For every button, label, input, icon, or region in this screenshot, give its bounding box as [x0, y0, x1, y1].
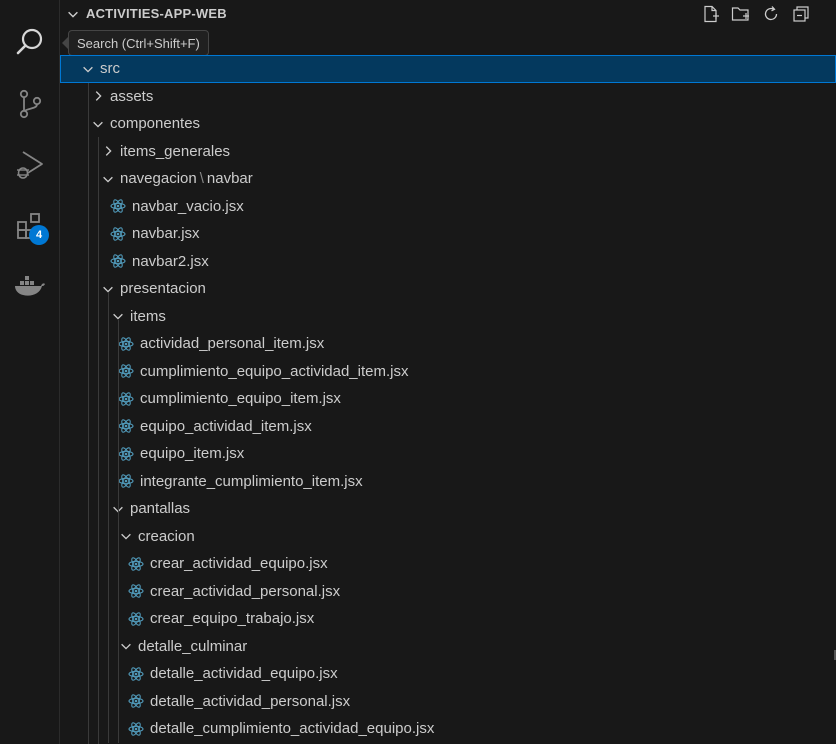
tree-item-label: items_generales: [120, 142, 231, 160]
docker-icon[interactable]: [10, 266, 50, 306]
react-icon: [118, 418, 134, 434]
tree-item-label: src: [100, 60, 120, 78]
tree-item-label: detalle_culminar: [138, 637, 248, 655]
tree-item-label: navbar2.jsx: [132, 252, 209, 270]
tree-item-label: integrante_cumplimiento_item.jsx: [140, 472, 363, 490]
react-icon: [118, 336, 134, 352]
tree-file[interactable]: navbar.jsx: [60, 220, 836, 248]
tree-item-label: pantallas: [130, 500, 191, 518]
new-folder-icon[interactable]: [730, 3, 752, 25]
chevron-down-icon[interactable]: [80, 61, 96, 77]
tree-file[interactable]: cumplimiento_equipo_actividad_item.jsx: [60, 358, 836, 386]
tree-item-label: crear_equipo_trabajo.jsx: [150, 610, 315, 628]
tree-folder[interactable]: creacion: [60, 523, 836, 551]
tree-file[interactable]: detalle_actividad_personal.jsx: [60, 688, 836, 716]
react-icon: [110, 198, 126, 214]
tree-item-label: crear_actividad_personal.jsx: [150, 582, 341, 600]
file-tree: src assets componentes items_generalesnaveg…: [60, 55, 836, 743]
tree-folder[interactable]: assets: [60, 83, 836, 111]
react-icon: [128, 666, 144, 682]
react-icon: [110, 253, 126, 269]
collapse-all-icon[interactable]: [790, 3, 812, 25]
chevron-right-icon[interactable]: [90, 88, 106, 104]
tree-item-label: navbar.jsx: [132, 225, 200, 243]
tree-file[interactable]: integrante_cumplimiento_item.jsx: [60, 468, 836, 496]
tree-file[interactable]: detalle_actividad_equipo.jsx: [60, 660, 836, 688]
tree-file[interactable]: equipo_actividad_item.jsx: [60, 413, 836, 441]
explorer-section-header[interactable]: ACTIVITIES-APP-WEB: [60, 0, 836, 28]
react-icon: [110, 226, 126, 242]
explorer-panel: ACTIVITIES-APP-WEB src assets componentes i…: [60, 0, 836, 744]
refresh-icon[interactable]: [760, 3, 782, 25]
tree-item-label: detalle_actividad_equipo.jsx: [150, 665, 338, 683]
tree-folder[interactable]: detalle_culminar: [60, 633, 836, 661]
tree-file[interactable]: navbar_vacio.jsx: [60, 193, 836, 221]
react-icon: [128, 611, 144, 627]
tree-folder[interactable]: pantallas: [60, 495, 836, 523]
tree-file[interactable]: equipo_item.jsx: [60, 440, 836, 468]
react-icon: [128, 583, 144, 599]
tree-item-label: componentes: [110, 115, 201, 133]
compact-folder-separator: \: [199, 170, 204, 188]
tree-file[interactable]: navbar2.jsx: [60, 248, 836, 276]
tree-item-label: equipo_actividad_item.jsx: [140, 417, 312, 435]
tree-item-label: cumplimiento_equipo_item.jsx: [140, 390, 341, 408]
tree-folder[interactable]: presentacion: [60, 275, 836, 303]
tree-item-label: equipo_item.jsx: [140, 445, 245, 463]
tree-folder[interactable]: items: [60, 303, 836, 331]
tree-file[interactable]: detalle_cumplimiento_actividad_equipo.js…: [60, 715, 836, 743]
new-file-icon[interactable]: [700, 3, 722, 25]
source-control-icon[interactable]: [10, 84, 50, 124]
react-icon: [128, 693, 144, 709]
extensions-badge: 4: [29, 225, 49, 245]
tree-file[interactable]: cumplimiento_equipo_item.jsx: [60, 385, 836, 413]
tree-item-label: assets: [110, 87, 154, 105]
tree-folder[interactable]: items_generales: [60, 138, 836, 166]
chevron-down-icon[interactable]: [118, 528, 134, 544]
tree-folder[interactable]: navegacion \ navbar: [60, 165, 836, 193]
tree-item-label: actividad_personal_item.jsx: [140, 335, 325, 353]
tree-file[interactable]: crear_actividad_personal.jsx: [60, 578, 836, 606]
chevron-down-icon[interactable]: [100, 171, 116, 187]
search-icon[interactable]: [10, 22, 50, 62]
tree-item-label-tail: navbar: [206, 170, 253, 188]
tree-item-label: navbar_vacio.jsx: [132, 197, 244, 215]
tree-item-label: crear_actividad_equipo.jsx: [150, 555, 328, 573]
tree-file[interactable]: crear_actividad_equipo.jsx: [60, 550, 836, 578]
tree-file[interactable]: actividad_personal_item.jsx: [60, 330, 836, 358]
chevron-down-icon[interactable]: [118, 638, 134, 654]
run-debug-icon[interactable]: [10, 145, 50, 185]
tree-item-label: navegacion: [120, 170, 197, 188]
indent-guide: [118, 320, 119, 743]
tree-item-label: detalle_actividad_personal.jsx: [150, 692, 351, 710]
activity-bar: 4: [0, 0, 60, 744]
tree-item-label: creacion: [138, 527, 195, 545]
react-icon: [118, 391, 134, 407]
indent-guide: [108, 292, 109, 743]
react-icon: [118, 363, 134, 379]
tree-file[interactable]: crear_equipo_trabajo.jsx: [60, 605, 836, 633]
react-icon: [128, 721, 144, 737]
workspace-title: ACTIVITIES-APP-WEB: [86, 6, 227, 21]
chevron-down-icon[interactable]: [90, 116, 106, 132]
tree-folder[interactable]: componentes: [60, 110, 836, 138]
chevron-down-icon[interactable]: [66, 7, 80, 26]
react-icon: [118, 473, 134, 489]
indent-guide: [88, 83, 89, 744]
tree-item-label: presentacion: [120, 280, 206, 298]
tree-folder[interactable]: src: [60, 55, 836, 83]
tree-item-label: detalle_cumplimiento_actividad_equipo.js…: [150, 720, 435, 738]
react-icon: [128, 556, 144, 572]
indent-guide: [98, 137, 99, 744]
tree-item-label: cumplimiento_equipo_actividad_item.jsx: [140, 362, 409, 380]
chevron-right-icon[interactable]: [100, 143, 116, 159]
react-icon: [118, 446, 134, 462]
tree-item-label: items: [130, 307, 166, 325]
